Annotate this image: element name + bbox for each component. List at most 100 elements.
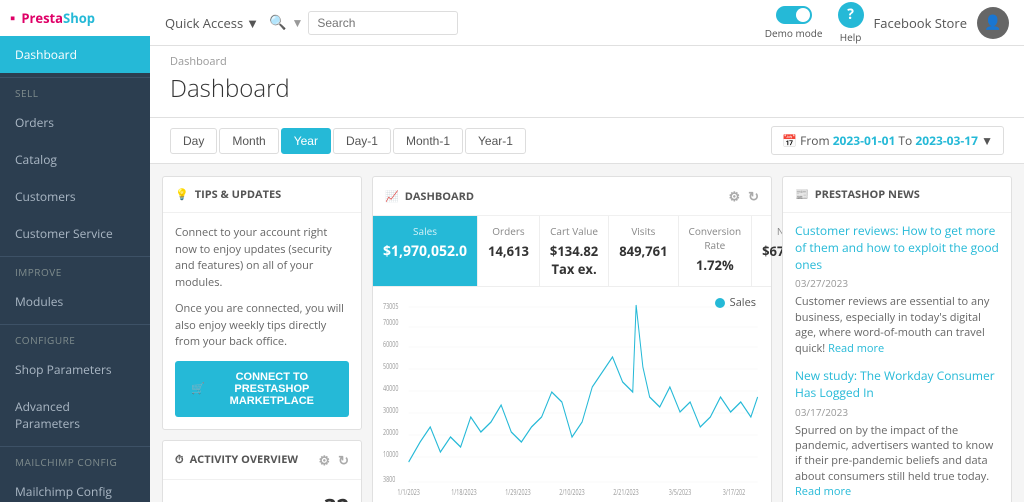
tips-body: Connect to your account right now to enj… xyxy=(163,213,361,429)
svg-text:3/17/202: 3/17/202 xyxy=(723,487,746,497)
settings-icon[interactable]: ⚙ xyxy=(318,451,330,469)
news-item-1: Customer reviews: How to get more of the… xyxy=(795,223,999,356)
middle-column: 📈 DASHBOARD ⚙ ↻ Sales $1,970,052.0 Order… xyxy=(372,176,772,502)
stat-visits-value: 849,761 xyxy=(619,242,667,260)
quick-access-label: Quick Access xyxy=(165,14,243,32)
stat-sales[interactable]: Sales $1,970,052.0 xyxy=(373,216,478,286)
tips-icon: 💡 xyxy=(175,187,189,202)
svg-text:1/1/2023: 1/1/2023 xyxy=(397,487,420,497)
svg-text:73005: 73005 xyxy=(383,301,398,312)
stat-conversion[interactable]: Conversion Rate 1.72% xyxy=(679,216,753,286)
sidebar-item-advanced-parameters[interactable]: Advanced Parameters xyxy=(0,388,150,442)
search-dropdown-icon[interactable]: ▼ xyxy=(291,14,303,31)
sidebar-item-dashboard[interactable]: Dashboard xyxy=(0,36,150,73)
dashboard-actions: ⚙ ↻ xyxy=(728,187,759,205)
chart-area: Sales 73005 70000 60000 50000 40000 3000… xyxy=(373,287,771,502)
help-icon: ? xyxy=(838,2,864,28)
news-icon: 📰 xyxy=(795,187,809,202)
activity-card: ⏱ ACTIVITY OVERVIEW ⚙ ↻ Online Visitors … xyxy=(162,440,362,502)
clock-icon: ⏱ xyxy=(175,452,184,467)
refresh-icon[interactable]: ↻ xyxy=(338,451,349,469)
svg-text:70000: 70000 xyxy=(383,317,398,328)
svg-text:2/10/2023: 2/10/2023 xyxy=(559,487,585,497)
date-from: 2023-01-01 xyxy=(833,132,896,149)
sidebar-item-shop-parameters[interactable]: Shop Parameters xyxy=(0,351,150,388)
sidebar-item-catalog[interactable]: Catalog xyxy=(0,141,150,178)
sidebar-item-orders[interactable]: Orders xyxy=(0,104,150,141)
sidebar-section-sell: SELL xyxy=(0,77,150,104)
activity-body: Online Visitors 32 in the last 30 minute… xyxy=(163,480,361,502)
sidebar-item-customer-service[interactable]: Customer Service xyxy=(0,215,150,252)
tab-day-1[interactable]: Day-1 xyxy=(333,128,391,154)
sidebar-item-mailchimp-config[interactable]: Mailchimp Config xyxy=(0,473,150,502)
connect-button[interactable]: 🛒 CONNECT TO PRESTASHOP MARKETPLACE xyxy=(175,361,349,417)
refresh-icon[interactable]: ↻ xyxy=(748,187,759,205)
date-range-picker[interactable]: 📅 From 2023-01-01 To 2023-03-17 ▼ xyxy=(771,126,1004,155)
news-item-2: New study: The Workday Consumer Has Logg… xyxy=(795,368,999,500)
sidebar-section-mailchimp: MAILCHIMP CONFIG xyxy=(0,446,150,473)
right-column: 📰 PRESTASHOP NEWS Customer reviews: How … xyxy=(782,176,1012,502)
date-tabs: Day Month Year Day-1 Month-1 Year-1 xyxy=(170,128,526,154)
stat-cart-value[interactable]: Cart Value $134.82 Tax ex. xyxy=(540,216,609,286)
stat-conv-value: 1.72% xyxy=(689,256,742,274)
activity-header: ⏱ ACTIVITY OVERVIEW ⚙ ↻ xyxy=(163,441,361,480)
sidebar-item-modules[interactable]: Modules xyxy=(0,283,150,320)
chart-legend-dot xyxy=(715,298,725,308)
help-button[interactable]: ? Help xyxy=(838,2,864,44)
dashboard-card-header: 📈 DASHBOARD ⚙ ↻ xyxy=(373,177,771,216)
stat-sales-label: Sales xyxy=(383,224,467,238)
topbar-right: Demo mode ? Help Facebook Store 👤 xyxy=(765,0,1009,50)
news-text-1: Customer reviews are essential to any bu… xyxy=(795,294,999,356)
news-header: 📰 PRESTASHOP NEWS xyxy=(783,177,1011,213)
news-date-2: 03/17/2023 xyxy=(795,405,999,419)
stat-cart-label: Cart Value xyxy=(550,224,598,238)
tips-header: 💡 TIPS & UPDATES xyxy=(163,177,361,213)
svg-text:40000: 40000 xyxy=(383,383,398,394)
quick-access-button[interactable]: Quick Access ▼ xyxy=(165,14,259,32)
online-visitors-count: 32 xyxy=(324,492,349,502)
svg-text:1/29/2023: 1/29/2023 xyxy=(505,487,531,497)
settings-icon[interactable]: ⚙ xyxy=(728,187,740,205)
tab-year[interactable]: Year xyxy=(281,128,331,154)
avatar[interactable]: 👤 xyxy=(977,7,1009,39)
chart-icon: 📈 xyxy=(385,189,399,204)
demo-help-area: Demo mode ? Help xyxy=(765,0,864,50)
stat-orders-label: Orders xyxy=(488,224,529,238)
dashboard-stats: Sales $1,970,052.0 Orders 14,613 Cart Va… xyxy=(373,216,771,287)
online-visitors-metric: Online Visitors 32 in the last 30 minute… xyxy=(175,492,349,502)
logo-text: ▪ xyxy=(10,8,15,28)
topbar: Quick Access ▼ 🔍 ▼ Demo mode ? Help Face… xyxy=(150,0,1024,46)
news-card: 📰 PRESTASHOP NEWS Customer reviews: How … xyxy=(782,176,1012,502)
main-content: Quick Access ▼ 🔍 ▼ Demo mode ? Help Face… xyxy=(150,0,1024,502)
tips-card: 💡 TIPS & UPDATES Connect to your account… xyxy=(162,176,362,430)
svg-text:1/18/2023: 1/18/2023 xyxy=(451,487,477,497)
read-more-1[interactable]: Read more xyxy=(828,341,884,356)
stat-conv-label: Conversion Rate xyxy=(689,224,742,252)
stat-visits[interactable]: Visits 849,761 xyxy=(609,216,678,286)
svg-text:50000: 50000 xyxy=(383,361,398,372)
read-more-2[interactable]: Read more xyxy=(795,484,851,499)
tab-month[interactable]: Month xyxy=(219,128,278,154)
tips-text-2: Once you are connected, you will also en… xyxy=(175,301,349,351)
sidebar-item-customers[interactable]: Customers xyxy=(0,178,150,215)
svg-text:20000: 20000 xyxy=(383,427,398,438)
tab-year-1[interactable]: Year-1 xyxy=(465,128,526,154)
news-date-1: 03/27/2023 xyxy=(795,276,999,290)
chart-legend-label: Sales xyxy=(730,295,756,310)
demo-mode-toggle[interactable]: Demo mode xyxy=(765,6,823,40)
search-input[interactable] xyxy=(308,11,458,35)
page-title: Dashboard xyxy=(170,72,1004,105)
svg-text:10000: 10000 xyxy=(383,449,398,460)
sidebar-section-configure: CONFIGURE xyxy=(0,324,150,351)
tips-text-1: Connect to your account right now to enj… xyxy=(175,225,349,291)
stat-orders[interactable]: Orders 14,613 xyxy=(478,216,540,286)
svg-text:2/21/2023: 2/21/2023 xyxy=(613,487,639,497)
sidebar-logo[interactable]: ▪ PrestaShop xyxy=(0,0,150,36)
stat-cart-value-val: $134.82 Tax ex. xyxy=(550,242,598,278)
news-title-2[interactable]: New study: The Workday Consumer Has Logg… xyxy=(795,368,999,402)
sidebar: ▪ PrestaShop Dashboard SELL Orders Catal… xyxy=(0,0,150,502)
news-title-1[interactable]: Customer reviews: How to get more of the… xyxy=(795,223,999,273)
stat-sales-value: $1,970,052.0 xyxy=(383,242,467,261)
tab-month-1[interactable]: Month-1 xyxy=(393,128,463,154)
tab-day[interactable]: Day xyxy=(170,128,217,154)
